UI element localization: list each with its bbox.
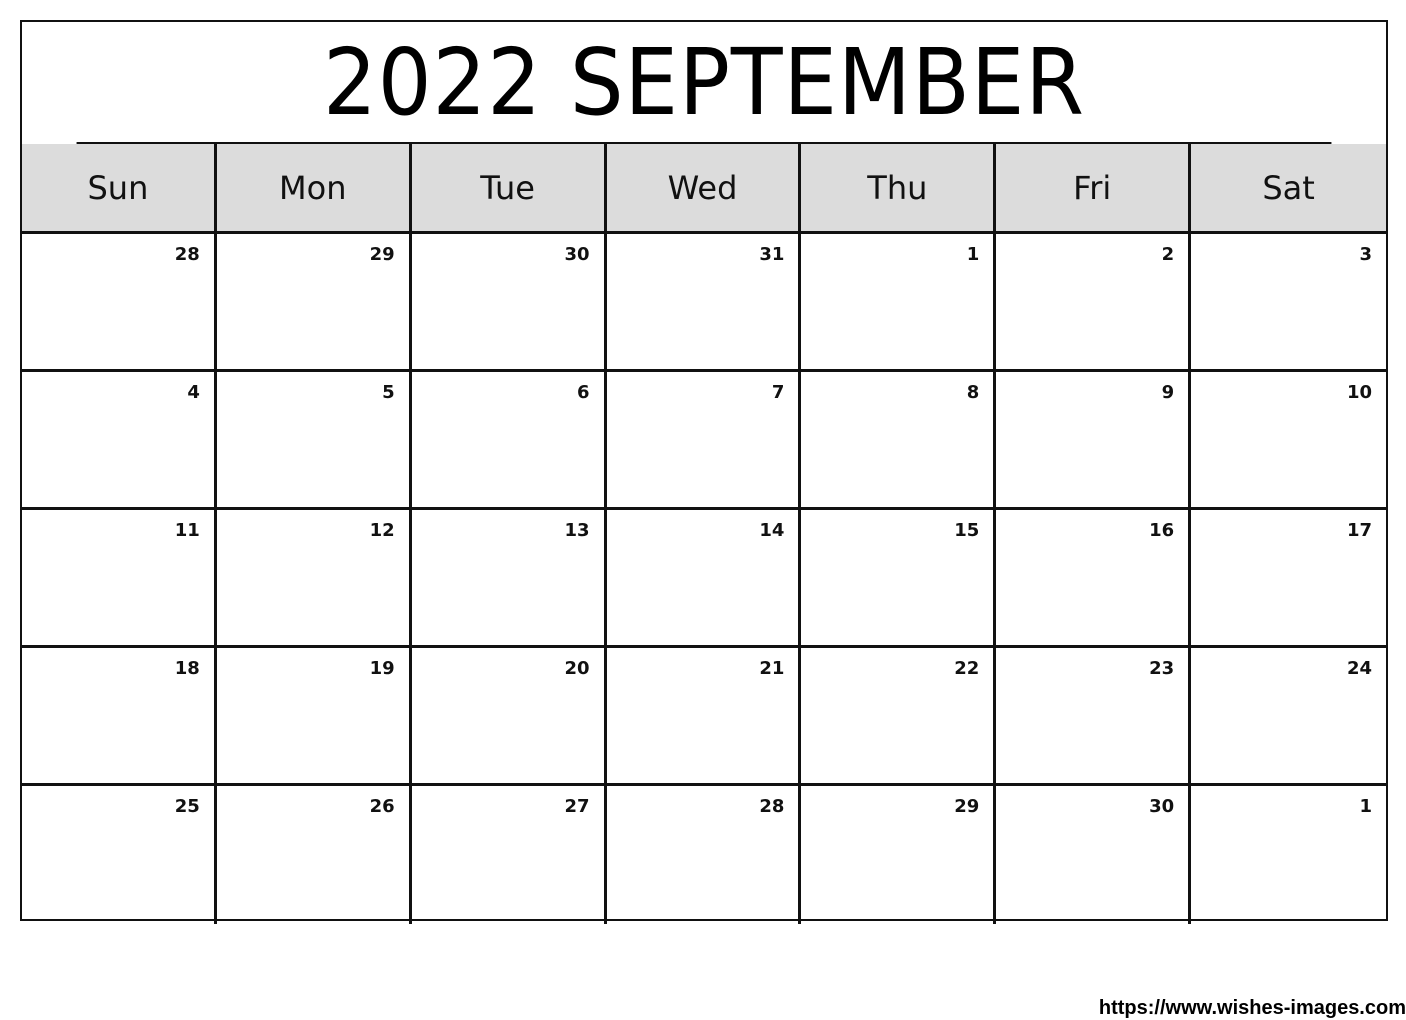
day-number: 1 — [966, 244, 980, 265]
day-number: 9 — [1161, 382, 1175, 403]
day-number: 25 — [174, 796, 200, 817]
calendar: 2022 SEPTEMBER Sun Mon Tue Wed Thu Fri Sat 28 29… — [20, 20, 1388, 924]
day-number: 2 — [1161, 244, 1175, 265]
day-number: 13 — [564, 520, 590, 541]
day-number: 15 — [954, 520, 980, 541]
day-number: 5 — [382, 382, 395, 403]
day-number: 7 — [771, 382, 785, 403]
day-number: 16 — [1149, 520, 1175, 541]
day-number: 20 — [564, 658, 590, 679]
day-number: 18 — [174, 658, 200, 679]
day-number: 6 — [577, 382, 590, 403]
day-number: 10 — [1346, 382, 1372, 403]
website-url[interactable]: https://www.wishes-images.com — [1099, 997, 1406, 1020]
day-number: 19 — [369, 658, 395, 679]
day-cell[interactable]: 4 — [22, 372, 217, 510]
day-number: 14 — [759, 520, 785, 541]
day-cell[interactable]: 18 — [22, 648, 217, 786]
day-number: 30 — [1149, 796, 1175, 817]
day-number: 31 — [759, 244, 785, 265]
day-number: 21 — [759, 658, 785, 679]
day-cell[interactable]: 23 — [996, 648, 1192, 786]
day-number: 29 — [954, 796, 980, 817]
day-cell[interactable]: 25 — [22, 786, 217, 924]
weekday-header: Thu — [801, 144, 997, 234]
day-number: 11 — [174, 520, 200, 541]
day-cell[interactable]: 14 — [606, 510, 802, 648]
day-number: 24 — [1346, 658, 1372, 679]
calendar-title: 2022 SEPTEMBER — [76, 22, 1332, 144]
day-number: 23 — [1149, 658, 1175, 679]
day-cell[interactable]: 30 — [996, 786, 1192, 924]
day-cell[interactable]: 5 — [216, 372, 412, 510]
weekday-header: Mon — [216, 144, 412, 234]
day-number: 27 — [564, 796, 590, 817]
day-number: 28 — [759, 796, 785, 817]
calendar-grid: Sun Mon Tue Wed Thu Fri Sat 28 29 30 31 1 2 3 4 5 6 7 8 9 10… — [22, 144, 1386, 924]
day-number: 4 — [187, 382, 200, 403]
day-cell[interactable]: 1 — [1191, 786, 1386, 924]
day-cell[interactable]: 29 — [216, 234, 412, 372]
day-number: 30 — [564, 244, 590, 265]
day-number: 8 — [966, 382, 980, 403]
day-cell[interactable]: 7 — [606, 372, 802, 510]
day-cell[interactable]: 15 — [801, 510, 997, 648]
day-cell[interactable]: 2 — [996, 234, 1192, 372]
day-cell[interactable]: 30 — [411, 234, 607, 372]
day-cell[interactable]: 29 — [801, 786, 997, 924]
day-cell[interactable]: 17 — [1191, 510, 1386, 648]
weekday-header: Tue — [411, 144, 607, 234]
day-cell[interactable]: 26 — [217, 786, 412, 924]
weekday-header: Wed — [606, 144, 802, 234]
day-number: 17 — [1346, 520, 1372, 541]
day-cell[interactable]: 6 — [411, 372, 607, 510]
day-cell[interactable]: 24 — [1191, 648, 1386, 786]
day-cell[interactable]: 11 — [22, 510, 217, 648]
day-cell[interactable]: 21 — [606, 648, 802, 786]
day-number: 28 — [174, 244, 200, 265]
day-cell[interactable]: 1 — [801, 234, 997, 372]
weekday-header: Sat — [1191, 144, 1386, 234]
weekday-header: Fri — [996, 144, 1192, 234]
day-number: 1 — [1359, 796, 1372, 817]
weekday-header: Sun — [22, 144, 217, 234]
day-cell[interactable]: 28 — [607, 786, 802, 924]
day-cell[interactable]: 16 — [996, 510, 1192, 648]
day-cell[interactable]: 19 — [216, 648, 412, 786]
day-number: 29 — [369, 244, 395, 265]
day-cell[interactable]: 13 — [411, 510, 607, 648]
day-cell[interactable]: 20 — [411, 648, 607, 786]
day-cell[interactable]: 28 — [22, 234, 217, 372]
day-number: 26 — [369, 796, 395, 817]
day-cell[interactable]: 22 — [801, 648, 997, 786]
day-cell[interactable]: 31 — [606, 234, 802, 372]
day-number: 12 — [369, 520, 395, 541]
day-cell[interactable]: 10 — [1191, 372, 1386, 510]
day-number: 3 — [1359, 244, 1372, 265]
day-number: 22 — [954, 658, 980, 679]
day-cell[interactable]: 9 — [996, 372, 1192, 510]
day-cell[interactable]: 27 — [412, 786, 607, 924]
day-cell[interactable]: 12 — [216, 510, 412, 648]
day-cell[interactable]: 3 — [1191, 234, 1386, 372]
day-cell[interactable]: 8 — [801, 372, 997, 510]
